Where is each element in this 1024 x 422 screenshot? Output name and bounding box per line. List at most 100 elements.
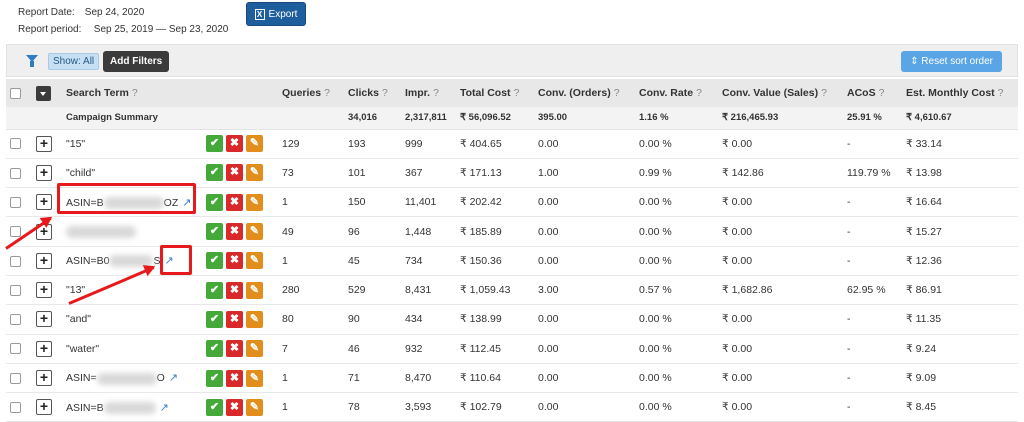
col-queries[interactable]: Queries? [278,79,344,107]
row-checkbox[interactable] [10,314,21,326]
conv-orders-cell: 0.00 [534,129,635,159]
reject-button[interactable]: ✖ [226,223,243,241]
conv-orders-cell: 0.00 [534,216,635,247]
col-est-monthly[interactable]: Est. Monthly Cost? [902,79,1018,107]
conv-value-cell: ₹ 0.00 [718,334,843,364]
row-checkbox[interactable] [10,138,21,150]
edit-button[interactable]: ✎ [246,223,263,241]
row-checkbox[interactable] [10,167,21,179]
conv-rate-cell: 0.57 % [635,275,718,306]
report-meta: Report Date: Sep 24, 2020 Report period:… [18,4,228,38]
row-actions: ✔ ✖ ✎ [202,187,278,218]
queries-cell: 1 [278,363,344,394]
reject-button[interactable]: ✖ [226,135,243,153]
edit-button[interactable]: ✎ [246,310,263,328]
impr-cell: 8,470 [401,363,456,394]
row-checkbox[interactable] [10,343,21,355]
export-button[interactable]: X Export [246,2,306,26]
row-checkbox[interactable] [10,226,21,238]
approve-button[interactable]: ✔ [206,310,223,328]
impr-cell: 999 [401,129,456,159]
conv-orders-cell: 1.00 [534,158,635,189]
approve-button[interactable]: ✔ [206,193,223,211]
expand-row-button[interactable]: + [36,194,52,211]
col-impr[interactable]: Impr.? [401,79,456,107]
col-acos[interactable]: ACoS? [843,79,902,107]
edit-button[interactable]: ✎ [246,340,263,358]
approve-button[interactable]: ✔ [206,223,223,241]
reject-button[interactable]: ✖ [226,193,243,211]
queries-cell: 280 [278,275,344,306]
conv-orders-cell: 0.00 [534,334,635,364]
clicks-cell: 90 [344,304,401,335]
total-cost-cell: ₹ 110.64 [456,363,534,394]
row-checkbox[interactable] [10,255,21,267]
external-link-icon[interactable]: ↗ [169,372,178,384]
expand-row-button[interactable]: + [36,252,52,269]
expand-row-button[interactable]: + [36,370,52,387]
highlight-box-external-link [160,245,192,275]
edit-button[interactable]: ✎ [246,135,263,153]
approve-button[interactable]: ✔ [206,252,223,270]
search-term-text: "water" [66,342,100,355]
reject-button[interactable]: ✖ [226,340,243,358]
edit-button[interactable]: ✎ [246,252,263,270]
search-terms-table: Search Term? Queries? Clicks? Impr.? Tot… [6,79,1018,422]
col-conv-value[interactable]: Conv. Value (Sales)? [718,79,843,107]
est-monthly-cell: ₹ 13.98 [902,158,1018,189]
edit-button[interactable]: ✎ [246,193,263,211]
reset-sort-button[interactable]: ⇕ Reset sort order [901,51,1002,72]
row-checkbox[interactable] [10,196,21,208]
col-total-cost[interactable]: Total Cost? [456,79,534,107]
edit-button[interactable]: ✎ [246,164,263,182]
approve-button[interactable]: ✔ [206,369,223,387]
search-term-text: "15" [66,137,86,150]
approve-button[interactable]: ✔ [206,281,223,299]
edit-button[interactable]: ✎ [246,281,263,299]
reject-button[interactable]: ✖ [226,281,243,299]
col-clicks[interactable]: Clicks? [344,79,401,107]
total-cost-cell: ₹ 150.36 [456,246,534,276]
select-all-checkbox[interactable] [10,87,21,99]
approve-button[interactable]: ✔ [206,135,223,153]
expand-row-button[interactable]: + [36,164,52,181]
row-checkbox[interactable] [10,372,21,384]
est-monthly-cell: ₹ 12.36 [902,246,1018,276]
approve-button[interactable]: ✔ [206,398,223,416]
row-actions: ✔ ✖ ✎ [202,363,278,394]
col-conv-rate[interactable]: Conv. Rate? [635,79,718,107]
bulk-actions-dropdown[interactable] [36,85,51,101]
add-filters-button[interactable]: Add Filters [103,51,170,72]
edit-button[interactable]: ✎ [246,398,263,416]
approve-button[interactable]: ✔ [206,164,223,182]
reject-button[interactable]: ✖ [226,164,243,182]
show-all-filter[interactable]: Show: All [48,53,100,70]
approve-button[interactable]: ✔ [206,340,223,358]
acos-cell: - [843,187,902,218]
row-actions: ✔ ✖ ✎ [202,158,278,189]
row-checkbox[interactable] [10,284,21,296]
acos-cell: - [843,363,902,394]
expand-row-button[interactable]: + [36,399,52,416]
conv-orders-cell: 0.00 [534,363,635,394]
col-conv-orders[interactable]: Conv. (Orders)? [534,79,635,107]
clicks-cell: 193 [344,129,401,159]
reject-button[interactable]: ✖ [226,252,243,270]
expand-row-button[interactable]: + [36,340,52,357]
expand-row-button[interactable]: + [36,135,52,152]
reject-button[interactable]: ✖ [226,369,243,387]
edit-button[interactable]: ✎ [246,369,263,387]
col-search-term[interactable]: Search Term? [62,79,202,107]
external-link-icon[interactable]: ↗ [160,402,169,414]
reject-button[interactable]: ✖ [226,310,243,328]
total-cost-cell: ₹ 404.65 [456,129,534,159]
filter-icon[interactable] [26,55,38,67]
conv-value-cell: ₹ 0.00 [718,246,843,276]
reject-button[interactable]: ✖ [226,398,243,416]
expand-row-button[interactable]: + [36,282,52,299]
search-term-tail: O [156,372,165,385]
expand-row-button[interactable]: + [36,311,52,328]
row-actions: ✔ ✖ ✎ [202,275,278,306]
row-checkbox[interactable] [10,402,21,414]
total-cost-cell: ₹ 185.89 [456,216,534,247]
